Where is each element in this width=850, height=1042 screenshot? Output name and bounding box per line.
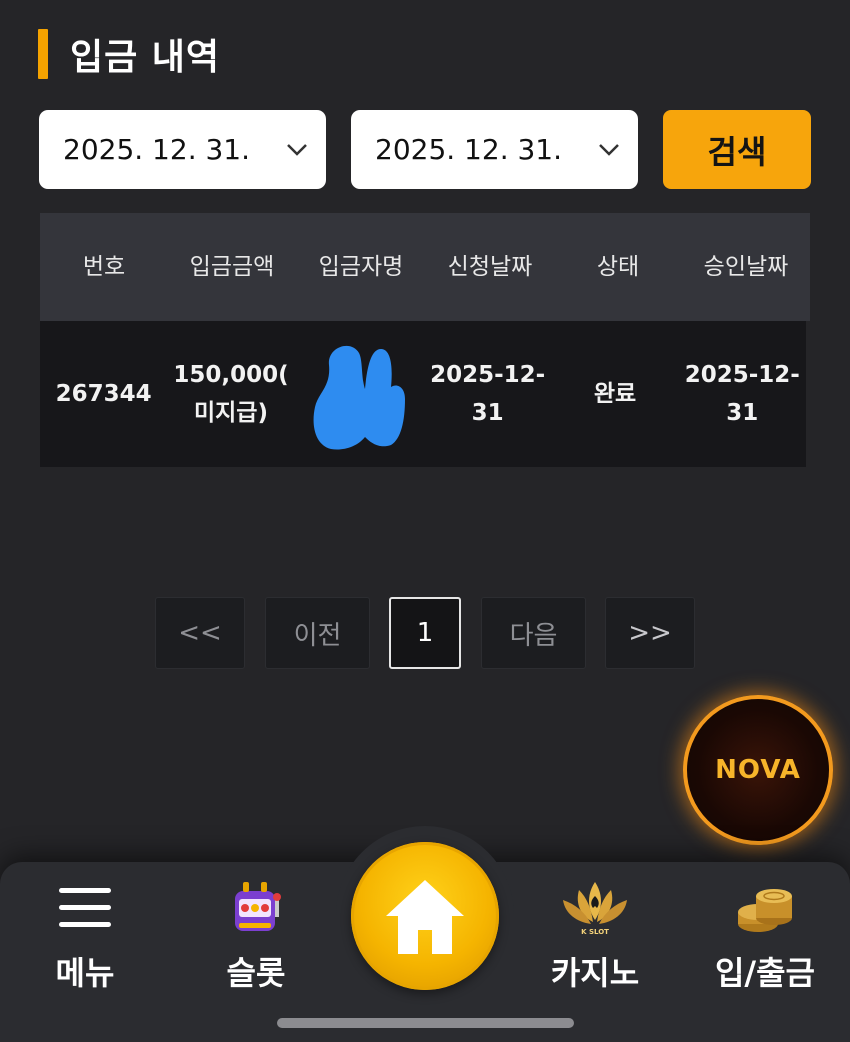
column-header-no: 번호 — [82, 254, 126, 280]
start-date-value: 2025. 12. 31. — [63, 133, 251, 166]
page-title: 입금 내역 — [70, 37, 221, 78]
cell-approve-date-line2: 31 — [726, 400, 759, 426]
start-date-select[interactable]: 2025. 12. 31. — [39, 110, 326, 189]
nav-casino-label: 카지노 — [550, 954, 640, 992]
cell-approve-date: 2025-12- 31 — [679, 356, 806, 432]
home-icon — [386, 880, 464, 954]
chevron-down-icon — [286, 139, 308, 161]
cell-request-date-line2: 31 — [471, 400, 504, 426]
cell-request-date-line1: 2025-12- — [430, 362, 546, 388]
column-header-amount: 입금금액 — [189, 254, 275, 280]
column-header-status: 상태 — [596, 254, 640, 280]
nav-bank[interactable]: 입/출금 — [690, 878, 840, 994]
page-title-row: 입금 내역 — [38, 28, 220, 80]
table-header: 번호 입금금액 입금자명 신청날짜 상태 승인날짜 — [40, 213, 810, 321]
column-header-approve-date: 승인날짜 — [703, 254, 789, 280]
hamburger-icon — [10, 878, 160, 938]
nova-logo-text: NOVA — [715, 755, 801, 785]
nav-bank-label: 입/출금 — [714, 954, 815, 992]
coins-icon — [690, 878, 840, 938]
column-header-depositor: 입금자명 — [318, 254, 404, 280]
end-date-select[interactable]: 2025. 12. 31. — [351, 110, 638, 189]
nav-casino[interactable]: K SLOT 카지노 — [520, 878, 670, 994]
table-row: 267344 150,000( 미지급) 2025-12- 31 완료 2025… — [40, 321, 806, 467]
nav-slot-label: 슬롯 — [226, 954, 286, 992]
nav-menu[interactable]: 메뉴 — [10, 878, 160, 994]
cell-depositor-redacted — [295, 337, 424, 452]
cell-amount: 150,000( 미지급) — [167, 356, 294, 432]
cell-approve-date-line1: 2025-12- — [684, 362, 800, 388]
column-header-request-date: 신청날짜 — [447, 254, 533, 280]
casino-logo-text: K SLOT — [581, 928, 609, 936]
slot-machine-icon — [181, 878, 331, 938]
page-prev-button[interactable]: 이전 — [265, 597, 370, 669]
search-button[interactable]: 검색 — [663, 110, 811, 189]
casino-lotus-icon: K SLOT — [520, 878, 670, 938]
page-current-button[interactable]: 1 — [389, 597, 461, 669]
cell-no: 267344 — [55, 381, 152, 407]
redaction-blob — [313, 345, 406, 449]
cell-amount-line1: 150,000( — [173, 362, 289, 388]
cell-status: 완료 — [593, 381, 637, 407]
home-indicator-bar — [277, 1018, 574, 1028]
home-button[interactable] — [351, 842, 499, 990]
page-first-button[interactable]: << — [155, 597, 245, 669]
title-accent-bar — [38, 29, 48, 79]
cell-amount-line2: 미지급) — [193, 400, 268, 426]
nav-menu-label: 메뉴 — [55, 954, 115, 992]
page-last-button[interactable]: >> — [605, 597, 695, 669]
cell-request-date: 2025-12- 31 — [424, 356, 551, 432]
chevron-down-icon — [598, 139, 620, 161]
page-next-button[interactable]: 다음 — [481, 597, 586, 669]
nova-floating-button[interactable]: NOVA — [683, 695, 833, 845]
nav-slot[interactable]: 슬롯 — [181, 878, 331, 994]
end-date-value: 2025. 12. 31. — [375, 133, 563, 166]
